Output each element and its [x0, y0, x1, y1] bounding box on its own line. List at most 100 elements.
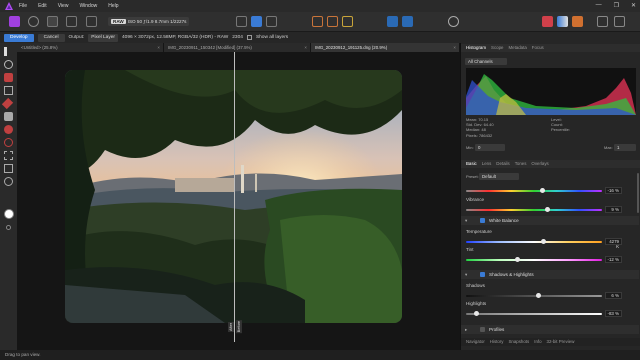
shadows-highlights-checkbox[interactable] [480, 272, 485, 277]
highlights-value[interactable]: -83 % [605, 310, 622, 317]
white-balance-section[interactable]: ▾ White Balance [461, 216, 639, 225]
temperature-knob[interactable] [541, 239, 547, 244]
close-tab-icon[interactable]: × [304, 43, 307, 52]
blemish-tool-icon[interactable] [4, 112, 13, 121]
vibrance-value[interactable]: 9 % [605, 206, 622, 213]
settings-icon[interactable] [614, 16, 625, 27]
temperature-value[interactable]: 4279 K [605, 238, 622, 249]
saturation-knob[interactable] [539, 188, 545, 193]
red-mode-icon[interactable] [542, 16, 553, 27]
tab-untitled[interactable]: <Untitled> (25.8%) × [17, 43, 164, 52]
document-tabs: <Untitled> (25.8%) × IMG_20230911_150342 … [17, 43, 460, 52]
orange-mode-icon[interactable] [572, 16, 583, 27]
gradient-tool-icon[interactable] [4, 151, 13, 160]
vibrance-track[interactable] [466, 209, 602, 211]
show-all-layers-checkbox[interactable] [246, 35, 252, 40]
close-icon[interactable]: ✕ [631, 2, 636, 9]
menu-file[interactable]: File [19, 3, 27, 9]
saturation-value[interactable]: -16 % [605, 187, 622, 194]
saturation-track[interactable] [466, 190, 602, 192]
tab-histogram[interactable]: Histogram [466, 44, 486, 52]
min-input[interactable]: 0 [475, 144, 505, 151]
max-input[interactable]: 1 [614, 144, 636, 151]
tab-lens[interactable]: Lens [482, 160, 492, 168]
tab-history[interactable]: History [490, 338, 504, 346]
shadows-value[interactable]: 6 % [605, 292, 622, 299]
highlights-knob[interactable] [474, 311, 480, 316]
menu-help[interactable]: Help [108, 3, 118, 9]
tab-img-191125[interactable]: IMG_20230912_191125.dng (20.9%) × [311, 43, 460, 52]
tab-overlays[interactable]: Overlays [531, 160, 548, 168]
white-balance-checkbox[interactable] [480, 218, 485, 223]
tab-basic[interactable]: Basic [466, 160, 477, 168]
overlay-brush-icon[interactable] [4, 125, 13, 134]
shadows-knob[interactable] [535, 293, 541, 298]
channel-select[interactable]: All Channels [465, 58, 507, 65]
tab-tones[interactable]: Tones [515, 160, 527, 168]
tone-mapping-persona-icon[interactable] [66, 16, 77, 27]
close-tab-icon[interactable]: × [453, 43, 456, 52]
studio-icon[interactable] [597, 16, 608, 27]
affinity-photo-logo-icon [5, 2, 13, 10]
export-persona-icon[interactable] [86, 16, 97, 27]
mirror-view-icon[interactable] [266, 16, 277, 27]
clipping-icon-3[interactable] [342, 16, 353, 27]
preview-icon[interactable] [448, 16, 459, 27]
profiles-checkbox[interactable] [480, 327, 485, 332]
red-eye-tool-icon[interactable] [4, 73, 13, 82]
clipping-icon-1[interactable] [312, 16, 323, 27]
menu-edit[interactable]: Edit [38, 3, 47, 9]
clipping-icon-2[interactable] [327, 16, 338, 27]
overlay-erase-icon[interactable] [4, 138, 13, 147]
bottom-tabs: Navigator History Snapshots Info 32-bit … [461, 338, 640, 346]
tab-metadata[interactable]: Metadata [508, 44, 526, 52]
assistant-icon-1[interactable] [387, 16, 398, 27]
assistant-icon-2[interactable] [402, 16, 413, 27]
zoom-tool-icon[interactable] [4, 60, 13, 69]
liquify-persona-icon[interactable] [28, 16, 39, 27]
crop-tool-icon[interactable] [4, 164, 13, 173]
tab-img-150342[interactable]: IMG_20230911_150342 [Modified] (37.5%) × [164, 43, 311, 52]
vibrance-knob[interactable] [545, 207, 551, 212]
tab-details[interactable]: Details [496, 160, 509, 168]
close-tab-icon[interactable]: × [157, 43, 160, 52]
develop-persona-icon[interactable] [47, 16, 58, 27]
tab-32bit-preview[interactable]: 32-bit Preview [547, 338, 575, 346]
split-mode-icon[interactable] [557, 16, 568, 27]
tint-value[interactable]: -12 % [605, 256, 622, 263]
vibrance-slider-row: Vibrance 9 % [466, 197, 636, 213]
split-view-icon[interactable] [251, 16, 262, 27]
profiles-section[interactable]: ▸ Profiles [461, 325, 639, 334]
output-select[interactable]: Pixel Layer [88, 33, 119, 42]
view-tool-icon[interactable] [4, 86, 13, 95]
tab-info[interactable]: Info [534, 338, 541, 346]
color-swatch[interactable] [4, 209, 14, 219]
temperature-track[interactable] [466, 241, 602, 243]
tab-focus[interactable]: Focus [532, 44, 544, 52]
tint-knob[interactable] [515, 257, 521, 262]
maximize-icon[interactable]: ❐ [614, 2, 619, 9]
cancel-button[interactable]: Cancel [37, 33, 65, 42]
preset-select[interactable]: Default [479, 173, 519, 180]
move-tool-icon[interactable] [4, 47, 13, 56]
menu-window[interactable]: Window [79, 3, 97, 9]
white-balance-picker-icon[interactable] [4, 177, 13, 186]
split-view-divider[interactable] [234, 52, 235, 342]
tint-track[interactable] [466, 259, 602, 261]
view-toggle-icon[interactable] [236, 16, 247, 27]
menu-view[interactable]: View [58, 3, 69, 9]
shadows-highlights-section[interactable]: ▾ Shadows & Highlights [461, 270, 639, 279]
secondary-color-swatch[interactable] [6, 225, 11, 230]
tab-scope[interactable]: Scope [491, 44, 503, 52]
brush-tool-icon[interactable] [1, 97, 14, 110]
highlights-track[interactable] [466, 313, 602, 315]
panel-scrollbar[interactable] [637, 173, 639, 213]
tab-snapshots[interactable]: Snapshots [508, 338, 529, 346]
status-hint: Drag to pan view. [5, 352, 41, 357]
shadows-track[interactable] [466, 295, 602, 297]
tab-label: IMG_20230911_150342 [Modified] (37.5%) [168, 45, 252, 50]
develop-button[interactable]: Develop [4, 33, 34, 42]
tab-navigator[interactable]: Navigator [466, 338, 485, 346]
minimize-icon[interactable]: — [596, 2, 602, 9]
photo-persona-icon[interactable] [9, 16, 20, 27]
